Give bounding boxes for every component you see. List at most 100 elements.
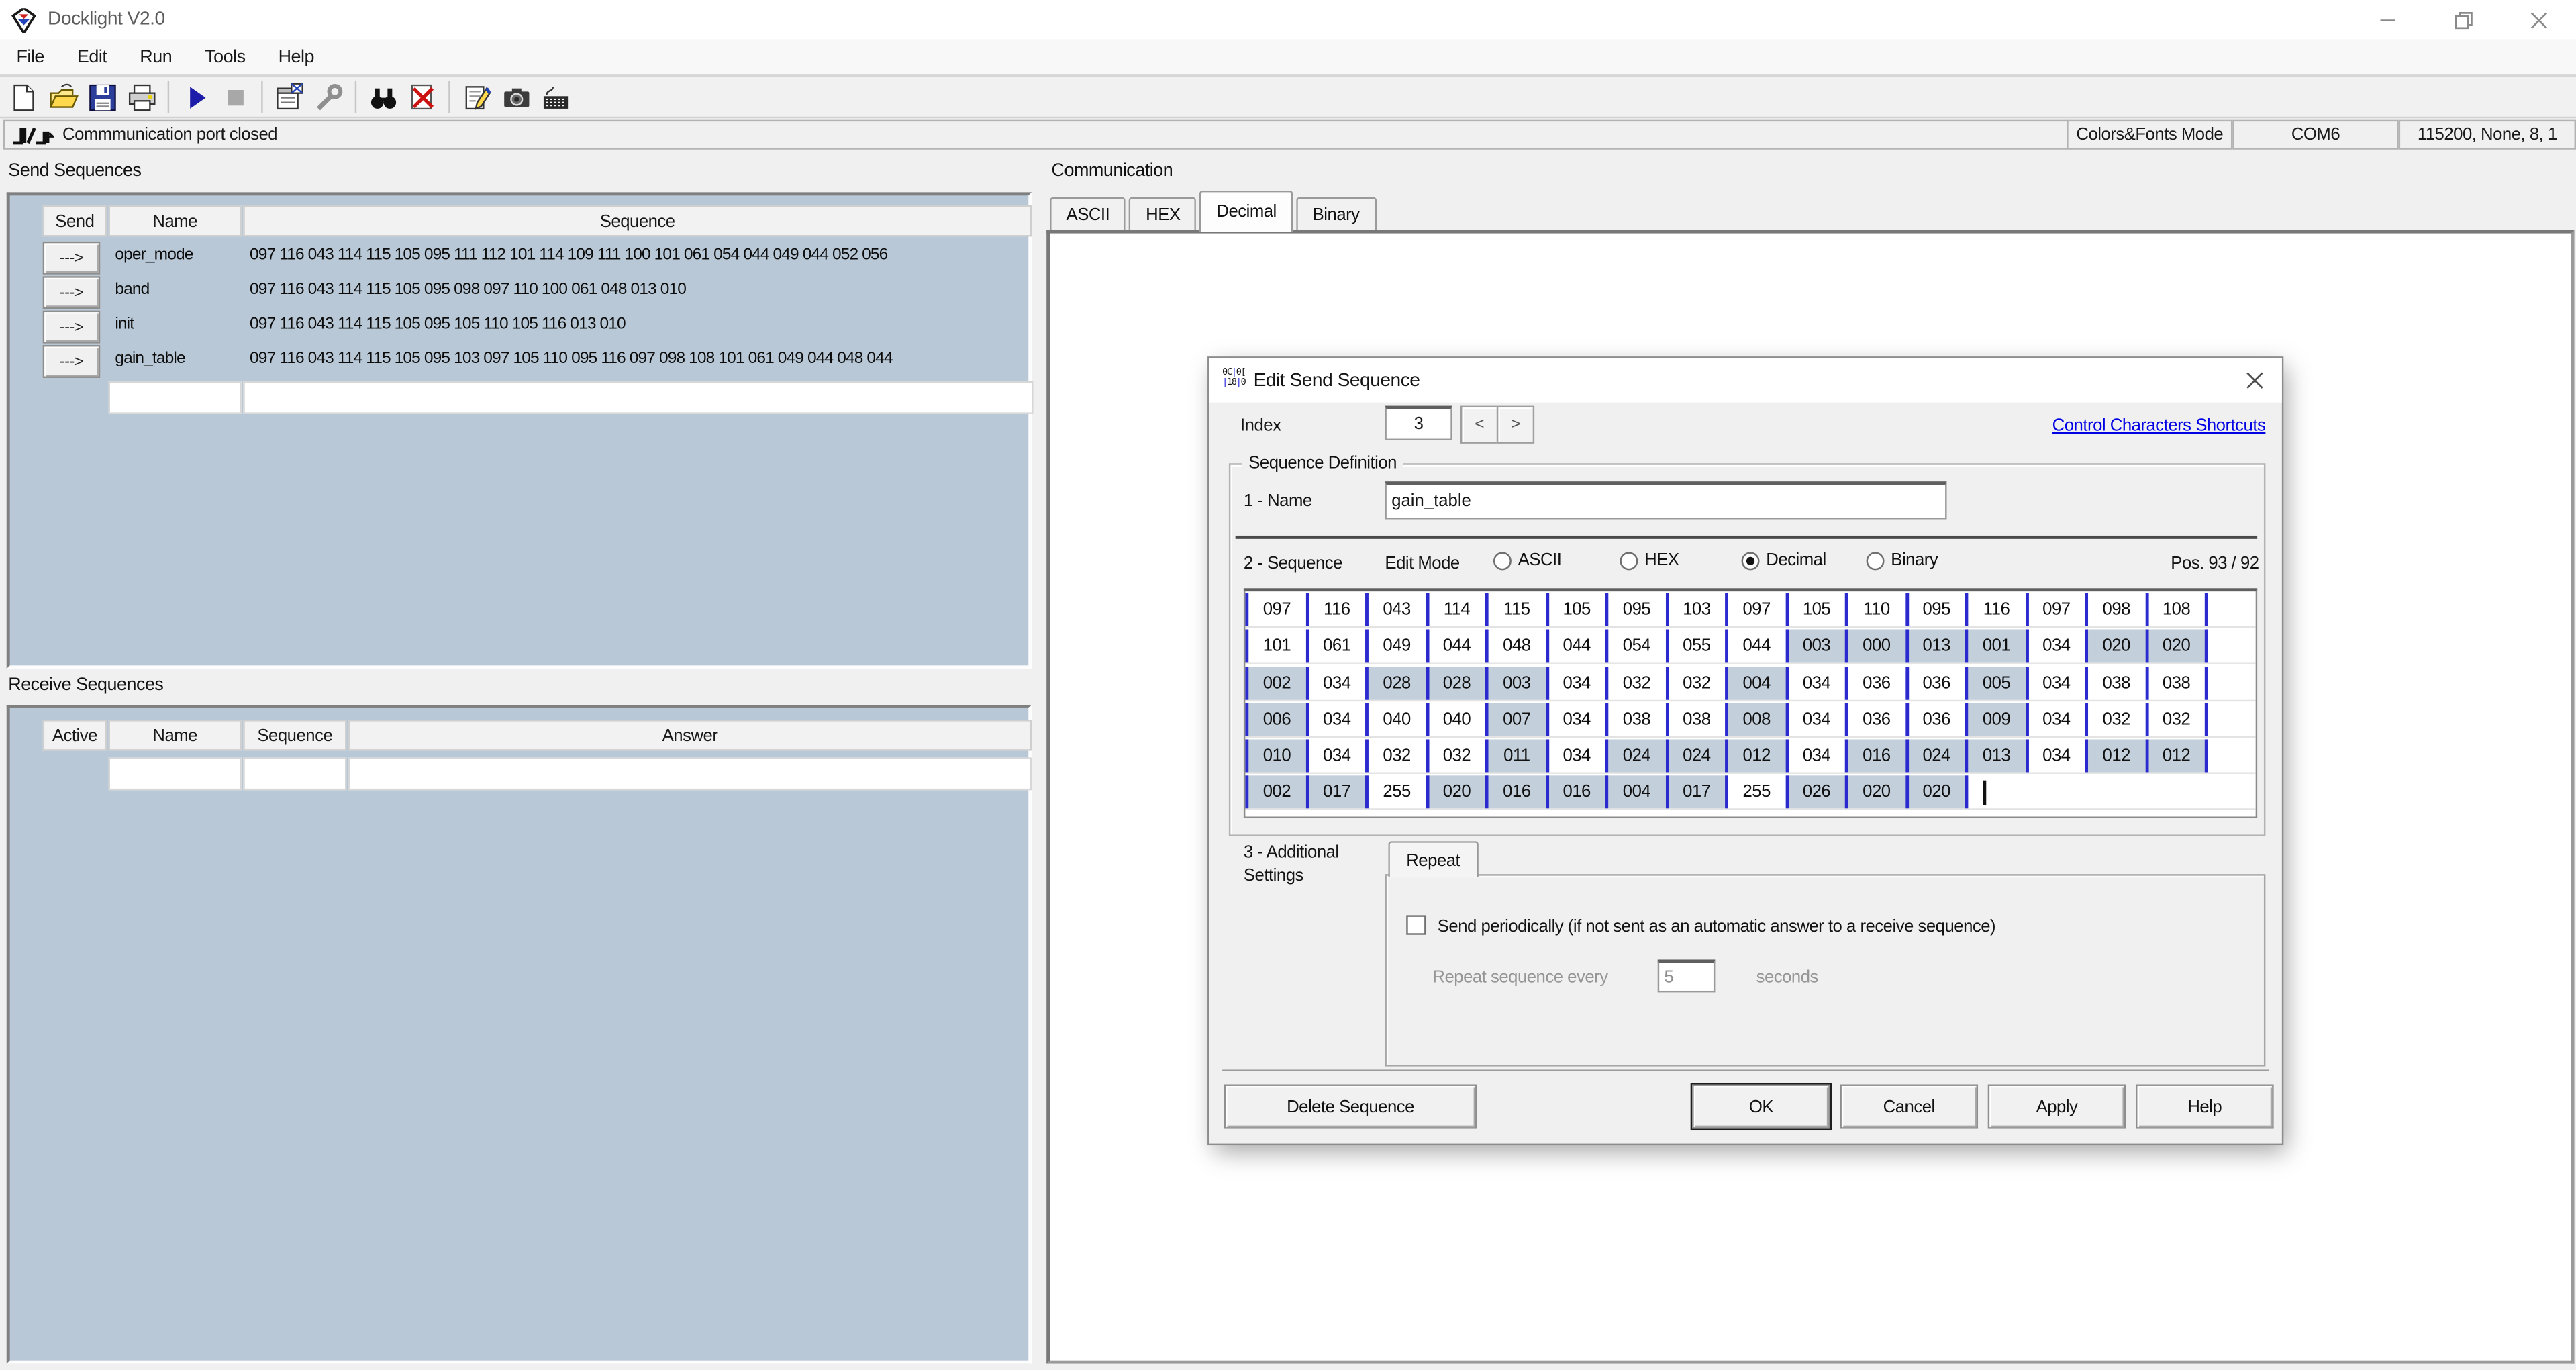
sequence-byte[interactable]: 010 (1245, 739, 1308, 772)
status-settings[interactable]: 115200, None, 8, 1 (2399, 120, 2576, 150)
sequence-name-input[interactable] (1385, 481, 1946, 519)
sequence-byte[interactable]: 032 (2088, 703, 2148, 736)
repeat-seconds-input[interactable] (1658, 959, 1716, 992)
sequence-byte[interactable]: 036 (1848, 667, 1908, 699)
sequence-byte[interactable]: 032 (1669, 667, 1728, 699)
tab-repeat[interactable]: Repeat (1388, 841, 1478, 877)
sequence-byte[interactable]: 016 (1548, 776, 1608, 809)
sequence-byte[interactable]: 020 (1848, 776, 1908, 809)
empty-sequence-cell[interactable] (243, 381, 1033, 414)
sequence-byte[interactable]: 038 (2088, 667, 2148, 699)
sequence-byte[interactable]: 016 (1489, 776, 1548, 809)
sequence-byte[interactable]: 114 (1428, 593, 1488, 626)
save-file-icon[interactable] (82, 79, 121, 115)
edit-notes-icon[interactable] (456, 79, 496, 115)
sequence-byte[interactable]: 013 (1908, 630, 1968, 663)
help-button[interactable]: Help (2136, 1084, 2274, 1128)
project-settings-icon[interactable] (269, 79, 309, 115)
stop-communication-icon[interactable] (215, 79, 255, 115)
sequence-byte[interactable]: 038 (2148, 667, 2208, 699)
sequence-byte[interactable]: 004 (1728, 667, 1788, 699)
tab-ascii[interactable]: ASCII (1050, 197, 1126, 232)
sequence-byte[interactable]: 028 (1369, 667, 1428, 699)
sequence-byte[interactable]: 005 (1968, 667, 2028, 699)
sequence-byte[interactable]: 024 (1608, 739, 1668, 772)
sequence-byte[interactable]: 110 (1848, 593, 1908, 626)
sequence-byte[interactable]: 098 (2088, 593, 2148, 626)
sequence-byte[interactable]: 028 (1428, 667, 1488, 699)
sequence-byte[interactable]: 017 (1309, 776, 1369, 809)
delete-sequence-icon[interactable] (403, 79, 442, 115)
sequence-byte[interactable]: 055 (1669, 630, 1728, 663)
sequence-byte[interactable]: 034 (1548, 667, 1608, 699)
sequence-byte[interactable]: 020 (1908, 776, 1968, 809)
apply-button[interactable]: Apply (1988, 1084, 2126, 1128)
send-row-sequence[interactable]: 097 116 043 114 115 105 095 111 112 101 … (250, 246, 1032, 264)
sequence-byte[interactable]: 034 (1788, 703, 1848, 736)
send-row-sequence[interactable]: 097 116 043 114 115 105 095 103 097 105 … (250, 350, 1032, 368)
sequence-byte[interactable]: 034 (1309, 739, 1369, 772)
sequence-byte[interactable]: 097 (1245, 593, 1308, 626)
sequence-byte[interactable]: 044 (1728, 630, 1788, 663)
sequence-byte[interactable]: 038 (1608, 703, 1668, 736)
sequence-byte[interactable]: 105 (1788, 593, 1848, 626)
send-row-sequence[interactable]: 097 116 043 114 115 105 095 105 110 105 … (250, 315, 1032, 334)
sequence-byte[interactable]: 020 (2088, 630, 2148, 663)
sequence-byte[interactable]: 097 (2028, 593, 2088, 626)
new-file-icon[interactable] (3, 79, 43, 115)
sequence-byte[interactable]: 003 (1788, 630, 1848, 663)
sequence-byte[interactable]: 043 (1369, 593, 1428, 626)
sequence-byte[interactable]: 054 (1608, 630, 1668, 663)
sequence-byte[interactable]: 034 (2028, 630, 2088, 663)
menu-tools[interactable]: Tools (189, 40, 262, 74)
tab-hex[interactable]: HEX (1130, 197, 1197, 232)
sequence-byte[interactable]: 016 (1848, 739, 1908, 772)
sequence-byte[interactable]: 009 (1968, 703, 2028, 736)
sequence-byte[interactable]: 006 (1245, 703, 1308, 736)
edit-mode-ascii[interactable]: ASCII (1493, 550, 1561, 570)
sequence-byte[interactable]: 013 (1968, 739, 2028, 772)
sequence-byte[interactable]: 008 (1728, 703, 1788, 736)
menu-run[interactable]: Run (123, 40, 189, 74)
send-row-name[interactable]: band (115, 281, 240, 299)
sequence-byte[interactable]: 034 (1788, 739, 1848, 772)
start-communication-icon[interactable] (176, 79, 215, 115)
sequence-byte[interactable]: 026 (1788, 776, 1848, 809)
sequence-byte[interactable]: 036 (1848, 703, 1908, 736)
open-file-icon[interactable] (43, 79, 83, 115)
sequence-byte[interactable]: 032 (1369, 739, 1428, 772)
send-row-name[interactable]: init (115, 315, 240, 334)
sequence-byte[interactable]: 034 (1548, 703, 1608, 736)
sequence-byte[interactable]: 108 (2148, 593, 2208, 626)
sequence-byte[interactable]: 034 (1788, 667, 1848, 699)
snapshot-icon[interactable] (496, 79, 536, 115)
empty-name-cell[interactable] (109, 381, 242, 414)
sequence-byte[interactable]: 095 (1908, 593, 1968, 626)
sequence-byte[interactable]: 034 (2028, 739, 2088, 772)
recv-empty-name-cell[interactable] (109, 757, 242, 790)
sequence-byte[interactable]: 024 (1908, 739, 1968, 772)
send-row-sequence[interactable]: 097 116 043 114 115 105 095 098 097 110 … (250, 281, 1032, 299)
options-wrench-icon[interactable] (309, 79, 348, 115)
find-sequence-icon[interactable] (363, 79, 403, 115)
sequence-byte[interactable]: 101 (1245, 630, 1308, 663)
sequence-byte[interactable]: 103 (1669, 593, 1728, 626)
ok-button[interactable]: OK (1692, 1084, 1830, 1128)
sequence-byte[interactable]: 061 (1309, 630, 1369, 663)
sequence-byte[interactable]: 002 (1245, 667, 1308, 699)
sequence-byte[interactable]: 040 (1369, 703, 1428, 736)
sequence-byte[interactable]: 044 (1428, 630, 1488, 663)
sequence-byte[interactable]: 044 (1548, 630, 1608, 663)
sequence-byte[interactable]: 012 (1728, 739, 1788, 772)
sequence-byte[interactable]: 007 (1489, 703, 1548, 736)
menu-file[interactable]: File (0, 40, 60, 74)
tab-decimal[interactable]: Decimal (1200, 191, 1293, 232)
sequence-byte[interactable]: 255 (1728, 776, 1788, 809)
sequence-byte[interactable]: 032 (2148, 703, 2208, 736)
sequence-byte[interactable]: 048 (1489, 630, 1548, 663)
index-prev-button[interactable]: < (1460, 406, 1498, 444)
sequence-byte[interactable]: 105 (1548, 593, 1608, 626)
sequence-byte[interactable]: 040 (1428, 703, 1488, 736)
cancel-button[interactable]: Cancel (1840, 1084, 1978, 1128)
send-row-button[interactable]: ---> (43, 276, 101, 309)
